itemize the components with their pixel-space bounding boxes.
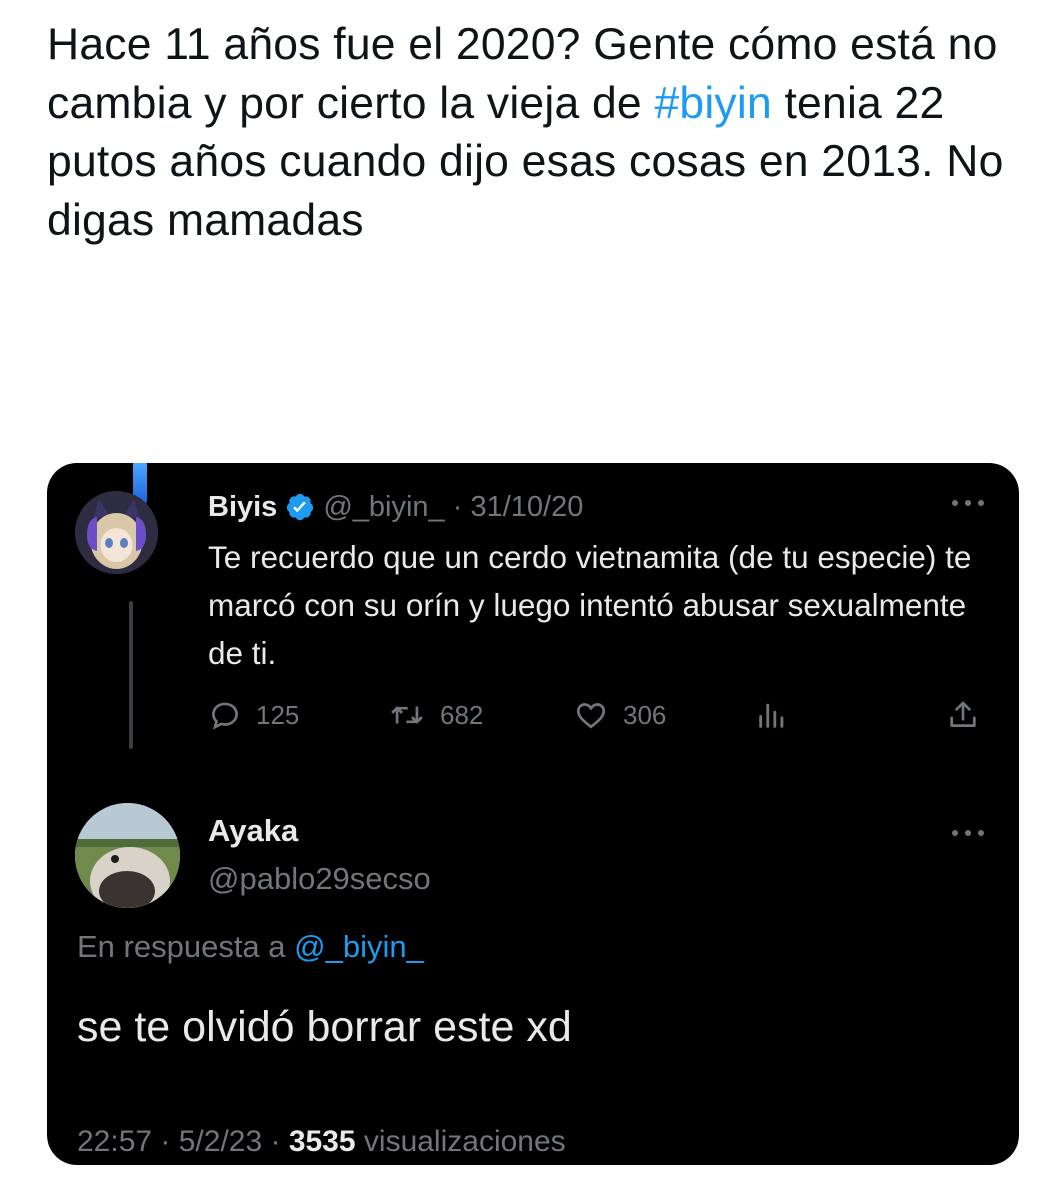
- thread-line: [129, 601, 133, 749]
- analytics-icon: [755, 698, 789, 732]
- reply-to-mention[interactable]: @_biyin_: [294, 929, 424, 964]
- verified-icon: [285, 492, 315, 522]
- tweet-screenshot: Biyis @_biyin_ · 31/10/20 Te recuerdo qu…: [47, 463, 1019, 1165]
- reply-author-name[interactable]: Ayaka: [208, 813, 298, 849]
- share-icon: [946, 698, 980, 732]
- analytics-button[interactable]: [755, 695, 789, 735]
- more-icon[interactable]: [945, 491, 991, 515]
- views-count: 3535: [288, 1125, 356, 1158]
- reply-to-label: En respuesta a: [77, 929, 295, 964]
- retweet-count: 682: [440, 699, 484, 730]
- tweet-meta: 22:57 · 5/2/23 · 3535 visualizaciones: [77, 1125, 566, 1159]
- reply-count: 125: [256, 699, 300, 730]
- quoted-tweet-header: Biyis @_biyin_ · 31/10/20: [208, 487, 583, 527]
- retweet-icon: [388, 698, 426, 732]
- like-count: 306: [623, 699, 667, 730]
- tweet-timestamp[interactable]: 22:57 · 5/2/23 ·: [77, 1125, 289, 1158]
- like-button[interactable]: 306: [573, 695, 666, 735]
- quoted-tweet-text: Te recuerdo que un cerdo vietnamita (de …: [208, 539, 972, 671]
- share-button[interactable]: [946, 695, 980, 735]
- avatar[interactable]: [75, 803, 180, 908]
- tweet-actions: 125 682 306: [208, 695, 988, 735]
- reply-author-handle[interactable]: @pablo29secso: [208, 861, 431, 897]
- avatar[interactable]: [75, 491, 158, 574]
- reply-to-line: En respuesta a @_biyin_: [77, 929, 424, 965]
- caption-text: Hace 11 años fue el 2020? Gente cómo est…: [47, 16, 1037, 250]
- reply-button[interactable]: 125: [208, 695, 299, 735]
- like-icon: [573, 698, 609, 732]
- reply-icon: [208, 698, 242, 732]
- views-label: visualizaciones: [355, 1125, 566, 1158]
- author-handle-date: @_biyin_ · 31/10/20: [323, 490, 584, 523]
- more-icon[interactable]: [945, 821, 991, 845]
- author-name[interactable]: Biyis: [208, 491, 277, 524]
- hashtag-link[interactable]: #biyin: [654, 79, 771, 128]
- reply-text: se te olvidó borrar este xd: [77, 1003, 572, 1051]
- retweet-button[interactable]: 682: [388, 695, 483, 735]
